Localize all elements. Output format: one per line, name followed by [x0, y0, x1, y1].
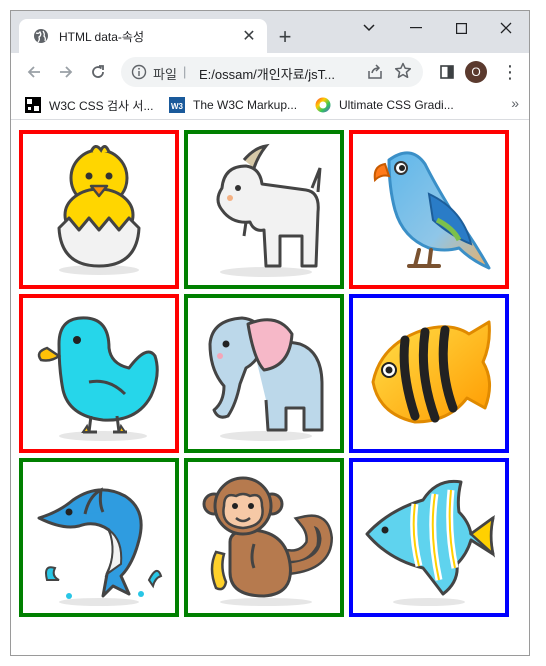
tab-close-button[interactable]: ✕ [239, 26, 259, 46]
reload-button[interactable] [85, 59, 111, 85]
page-content [11, 120, 529, 655]
side-panel-button[interactable] [434, 59, 460, 85]
side-panel-icon [440, 65, 454, 79]
animal-card-elephant [184, 294, 344, 453]
bookmark-item[interactable]: Ultimate CSS Gradi... [315, 97, 454, 113]
tab-title: HTML data-속성 [59, 30, 144, 44]
animal-card-angelfish [349, 458, 509, 617]
gradient-icon [315, 97, 331, 113]
tab-active[interactable]: HTML data-속성 ✕ [19, 19, 267, 53]
svg-text:W3: W3 [171, 102, 184, 111]
animal-card-goat [184, 130, 344, 289]
dolphin-icon [37, 486, 163, 606]
back-button[interactable] [21, 59, 47, 85]
bookmarks-overflow-button[interactable]: » [511, 95, 519, 111]
tab-bar: HTML data-속성 ✕ + [11, 11, 529, 53]
maximize-icon [455, 22, 467, 34]
menu-button[interactable]: ⋮ [497, 59, 523, 85]
globe-icon [34, 29, 48, 43]
info-icon [131, 64, 147, 80]
address-separator: | [183, 64, 187, 79]
bookmarks-bar: W3C CSS 검사 서... W3 The W3C Markup... Ult… [11, 91, 529, 120]
minimize-icon [410, 27, 422, 29]
goat-icon [216, 143, 322, 277]
w3c-icon: W3 [169, 97, 185, 113]
toolbar: 파일 | E:/ossam/개인자료/jsT... O ⋮ [11, 53, 529, 91]
w3c-validator-icon [25, 97, 41, 113]
parrot-icon [373, 151, 491, 269]
animal-card-parrot [349, 130, 509, 289]
close-button[interactable] [491, 17, 521, 39]
bookmark-label: Ultimate CSS Gradi... [339, 98, 454, 112]
bookmark-label: W3C CSS 검사 서... [49, 98, 154, 113]
tab-search-button[interactable] [354, 17, 384, 39]
star-icon[interactable] [393, 61, 413, 81]
bookmark-item[interactable]: W3C CSS 검사 서... [25, 97, 153, 113]
bird-icon [37, 315, 159, 441]
angelfish-icon [365, 479, 496, 606]
animal-card-chick [19, 130, 179, 289]
bookmark-item[interactable]: W3 The W3C Markup... [169, 97, 297, 113]
share-icon[interactable] [365, 62, 385, 82]
monkey-icon [202, 476, 334, 606]
browser-window: HTML data-속성 ✕ + 파일 | E:/ossam/개인자료/jsT.… [10, 10, 530, 656]
maximize-button[interactable] [446, 17, 476, 39]
avatar[interactable]: O [465, 61, 487, 83]
elephant-icon [208, 316, 324, 441]
animal-card-dolphin [19, 458, 179, 617]
arrow-left-icon [27, 66, 40, 78]
new-tab-button[interactable]: + [273, 24, 297, 49]
bookmark-label: The W3C Markup... [193, 98, 298, 112]
arrow-right-icon [60, 66, 73, 78]
close-icon [500, 22, 512, 34]
animal-card-tropical-fish [349, 294, 509, 453]
animal-card-monkey [184, 458, 344, 617]
animal-card-bird [19, 294, 179, 453]
tropical-fish-icon [371, 320, 491, 423]
chevron-down-icon [363, 24, 375, 32]
address-url[interactable]: E:/ossam/개인자료/jsT... [199, 64, 335, 83]
chick-icon [57, 144, 141, 275]
reload-icon [92, 65, 104, 78]
minimize-button[interactable] [401, 17, 431, 39]
scheme-label: 파일 [153, 67, 177, 82]
forward-button[interactable] [53, 59, 79, 85]
address-bar[interactable]: 파일 | E:/ossam/개인자료/jsT... [121, 57, 423, 87]
